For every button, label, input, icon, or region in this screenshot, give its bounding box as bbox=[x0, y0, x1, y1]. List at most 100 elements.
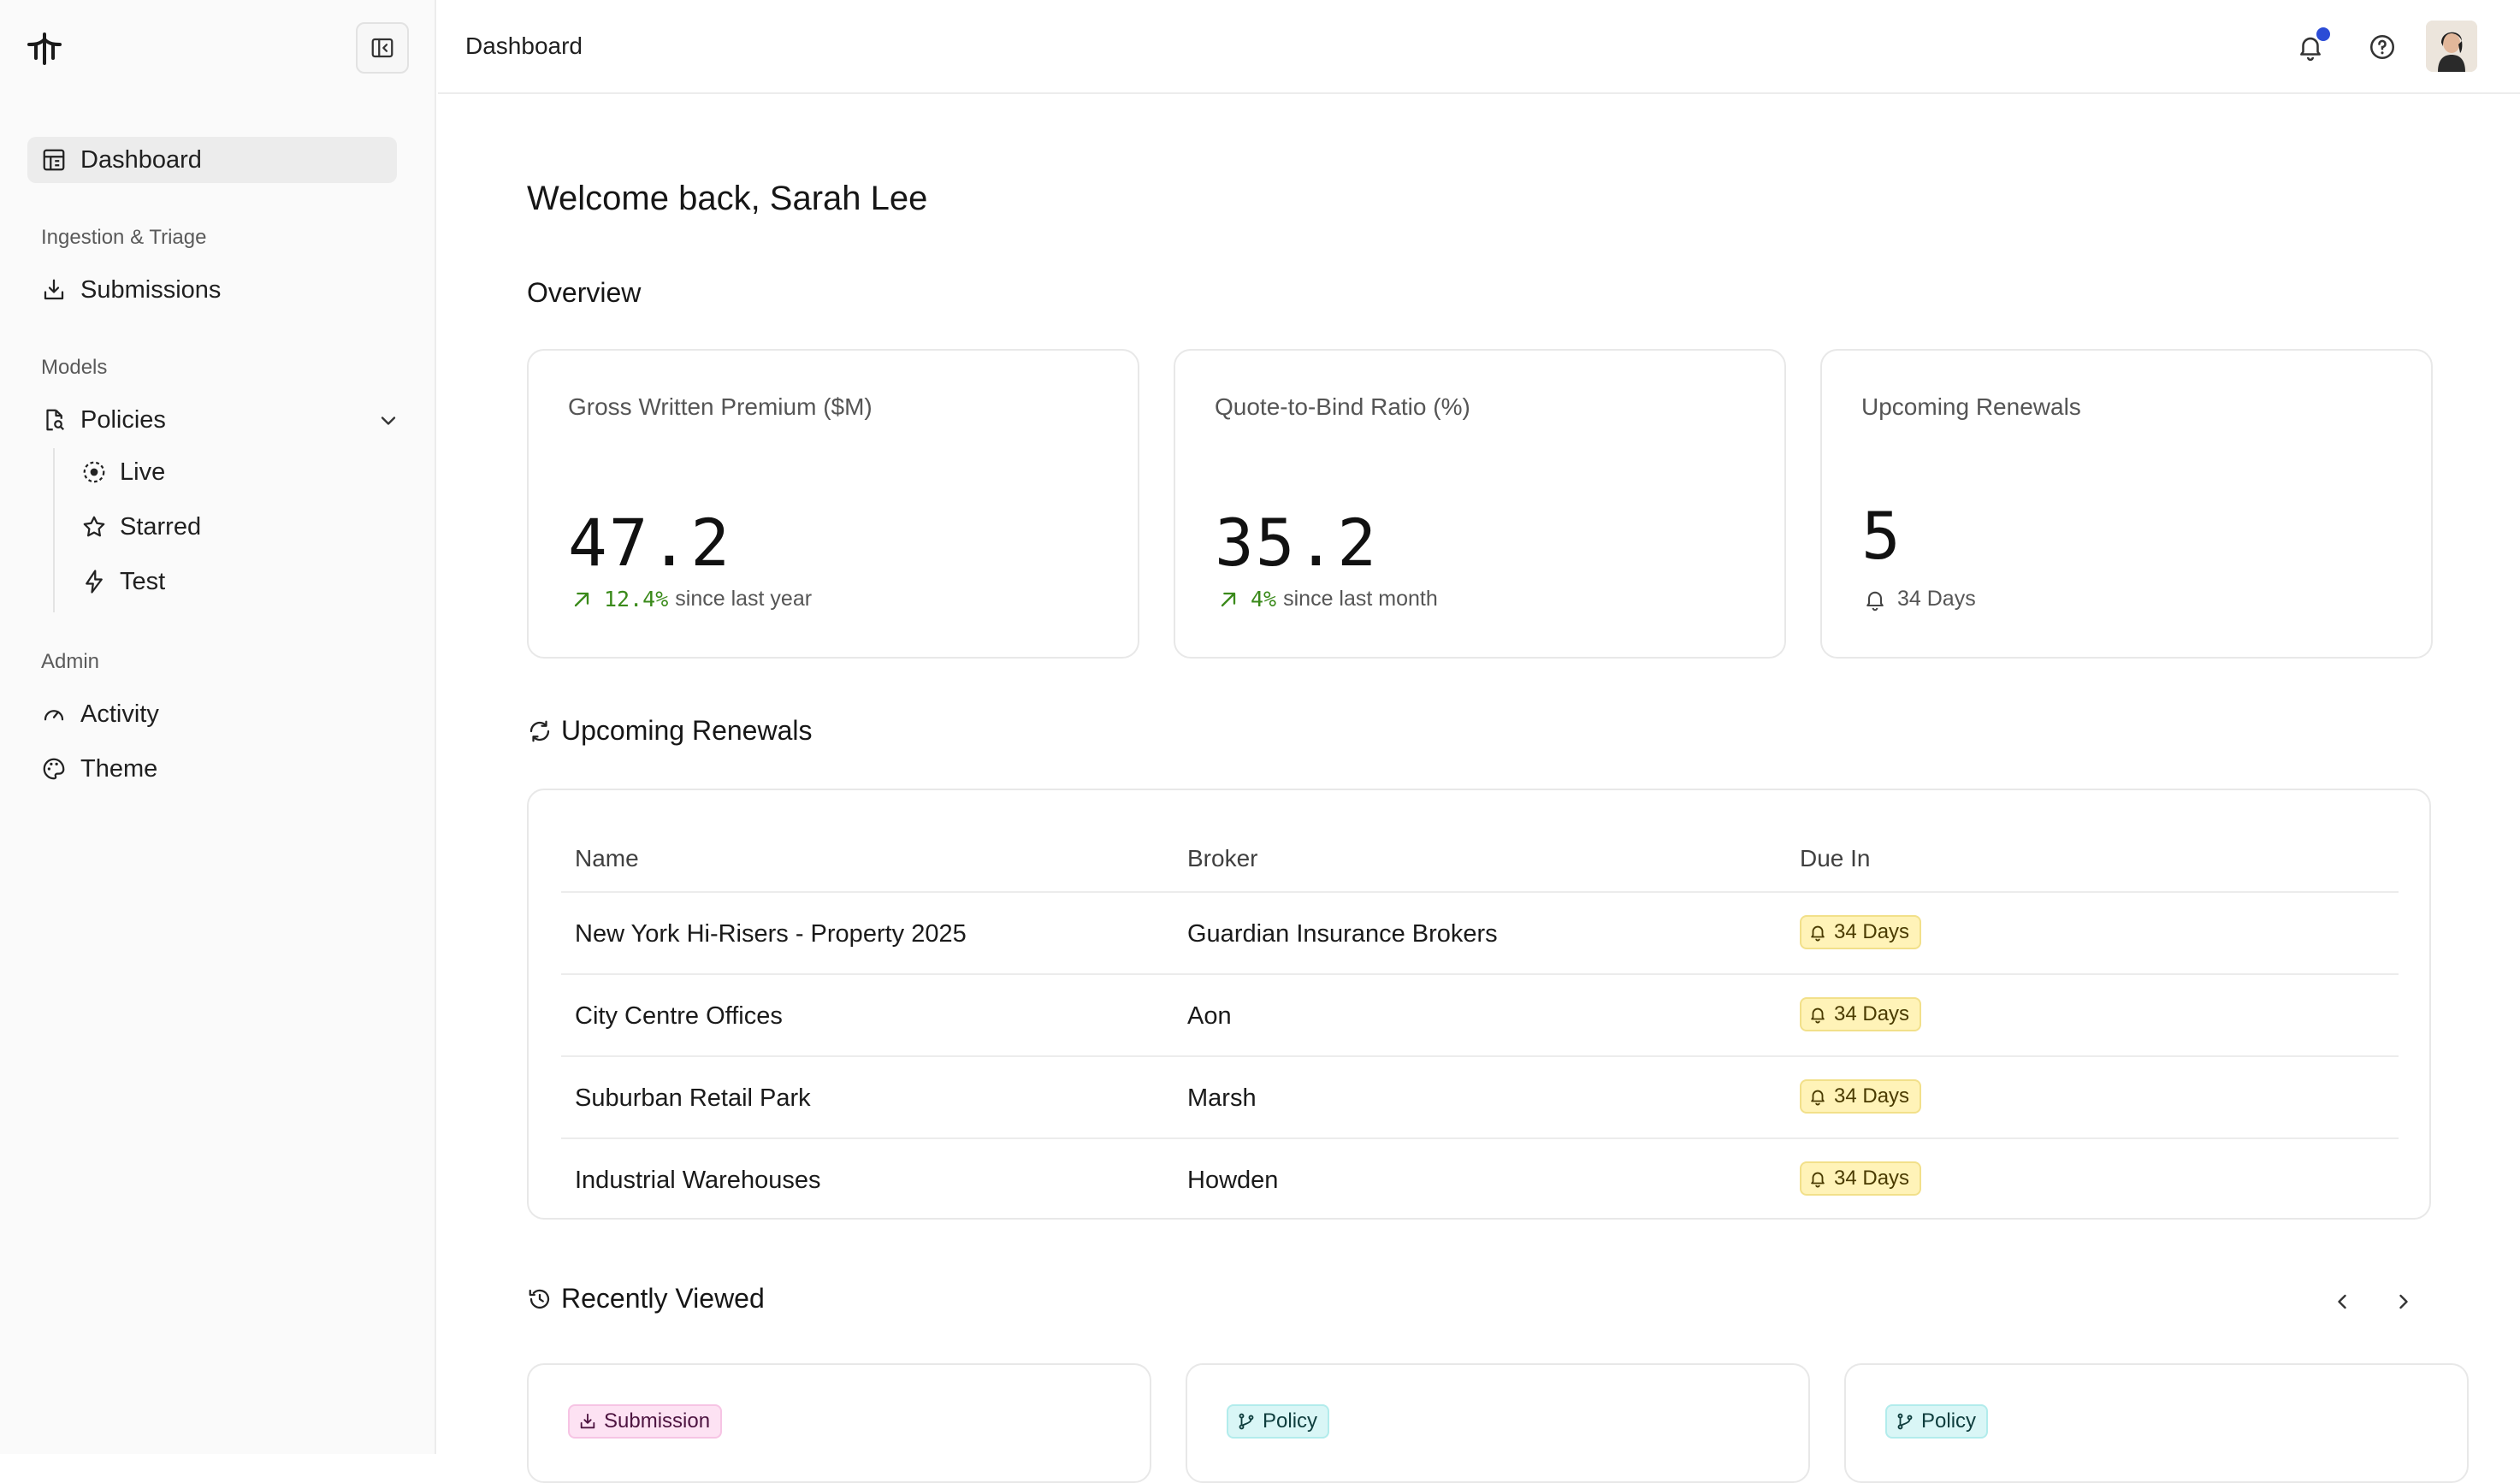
sidebar-subitem-starred[interactable]: Starred bbox=[80, 505, 201, 548]
help-button[interactable] bbox=[2364, 29, 2400, 65]
sidebar-item-theme[interactable]: Theme bbox=[27, 746, 157, 792]
stat-card-upcoming-renewals[interactable]: Upcoming Renewals 5 34 Days bbox=[1820, 349, 2433, 659]
app-logo-icon[interactable] bbox=[26, 29, 63, 67]
recent-card[interactable]: Policy bbox=[1186, 1363, 1810, 1483]
top-bar: Dashboard bbox=[438, 0, 2520, 94]
sidebar-item-dashboard[interactable]: Dashboard bbox=[27, 137, 397, 183]
row-divider bbox=[561, 891, 2399, 893]
overview-title: Overview bbox=[527, 277, 642, 308]
sidebar-subitem-test[interactable]: Test bbox=[80, 560, 165, 603]
breadcrumb[interactable]: Dashboard bbox=[465, 32, 583, 60]
renewal-broker: Aon bbox=[1187, 1002, 1232, 1030]
stat-delta: 12.4% since last year bbox=[570, 587, 812, 612]
avatar[interactable] bbox=[2426, 21, 2477, 72]
due-badge: 34 Days bbox=[1800, 915, 1922, 949]
due-badge-text: 34 Days bbox=[1834, 1167, 1910, 1190]
sidebar: Dashboard Ingestion & Triage Submissions… bbox=[0, 0, 436, 1454]
renewal-name[interactable]: City Centre Offices bbox=[575, 1002, 783, 1031]
policy-tag: Policy bbox=[1885, 1404, 1989, 1439]
stat-delta-value: 4% bbox=[1251, 587, 1277, 612]
due-badge: 34 Days bbox=[1800, 1079, 1922, 1114]
sidebar-subitem-label: Test bbox=[120, 567, 166, 595]
bell-icon bbox=[1866, 591, 1884, 611]
column-header-name[interactable]: Name bbox=[575, 845, 639, 872]
stat-card-gwp[interactable]: Gross Written Premium ($M) 47.2 12.4% si… bbox=[527, 349, 1139, 659]
sidebar-subitem-label: Live bbox=[120, 458, 166, 486]
stat-delta-text: since last month bbox=[1283, 587, 1438, 611]
bell-icon bbox=[1808, 1087, 1827, 1106]
live-dot-icon bbox=[80, 458, 108, 486]
recent-card[interactable]: Policy bbox=[1844, 1363, 2469, 1483]
welcome-heading: Welcome back, Sarah Lee bbox=[527, 180, 928, 217]
sidebar-item-activity[interactable]: Activity bbox=[27, 691, 159, 737]
due-badge-text: 34 Days bbox=[1834, 1002, 1910, 1025]
chevron-down-icon[interactable] bbox=[376, 409, 400, 433]
stat-value: 35.2 bbox=[1215, 505, 1379, 581]
stat-delta-value: 12.4% bbox=[604, 587, 669, 612]
star-icon bbox=[80, 513, 108, 541]
chevron-left-icon bbox=[2338, 1294, 2346, 1309]
palette-icon bbox=[39, 754, 68, 783]
due-badge-text: 34 Days bbox=[1834, 920, 1910, 943]
stat-note-text: 34 Days bbox=[1897, 587, 1976, 611]
history-icon bbox=[527, 1286, 553, 1312]
due-badge-text: 34 Days bbox=[1834, 1084, 1910, 1108]
stat-label: Quote-to-Bind Ratio (%) bbox=[1215, 393, 1470, 420]
help-circle-icon bbox=[2369, 34, 2395, 60]
sidebar-subitem-label: Starred bbox=[120, 512, 202, 541]
renewal-name[interactable]: Suburban Retail Park bbox=[575, 1084, 811, 1113]
stat-delta: 4% since last month bbox=[1216, 587, 1438, 612]
bell-icon bbox=[1808, 1169, 1827, 1188]
previous-button[interactable] bbox=[2323, 1283, 2361, 1321]
dashboard-icon bbox=[39, 145, 68, 174]
renewals-heading: Upcoming Renewals bbox=[527, 715, 812, 747]
chevron-right-icon bbox=[2399, 1294, 2408, 1309]
renewals-table: Name Broker Due In New York Hi-Risers - … bbox=[527, 789, 2431, 1220]
due-badge: 34 Days bbox=[1800, 1161, 1922, 1196]
git-branch-icon bbox=[1896, 1412, 1914, 1431]
row-divider bbox=[561, 1137, 2399, 1139]
notification-dot bbox=[2315, 26, 2332, 43]
sidebar-item-label: Dashboard bbox=[80, 145, 202, 174]
gauge-icon bbox=[39, 700, 68, 729]
panel-left-close-icon bbox=[371, 38, 393, 58]
inbox-download-icon bbox=[578, 1412, 597, 1431]
tag-label: Submission bbox=[604, 1409, 711, 1433]
sidebar-subitem-live[interactable]: Live bbox=[80, 451, 165, 493]
stat-label: Upcoming Renewals bbox=[1861, 393, 2081, 420]
renewal-broker: Guardian Insurance Brokers bbox=[1187, 920, 1498, 948]
sidebar-item-label: Submissions bbox=[80, 275, 222, 304]
renewal-name[interactable]: New York Hi-Risers - Property 2025 bbox=[575, 920, 967, 948]
renewal-broker: Howden bbox=[1187, 1167, 1279, 1194]
section-ingestion: Ingestion & Triage bbox=[41, 226, 207, 249]
notifications-button[interactable] bbox=[2292, 26, 2332, 65]
submission-tag: Submission bbox=[568, 1404, 723, 1439]
column-header-due-in[interactable]: Due In bbox=[1800, 845, 1871, 872]
git-branch-icon bbox=[1237, 1412, 1256, 1431]
stat-value: 47.2 bbox=[568, 505, 732, 581]
collapse-sidebar-button[interactable] bbox=[356, 22, 409, 74]
sidebar-item-submissions[interactable]: Submissions bbox=[27, 267, 221, 313]
arrow-up-right-icon bbox=[1221, 592, 1236, 606]
row-divider bbox=[561, 973, 2399, 975]
column-header-broker[interactable]: Broker bbox=[1187, 845, 1257, 872]
recent-title: Recently Viewed bbox=[561, 1283, 765, 1314]
stat-value: 5 bbox=[1861, 498, 1902, 574]
overview-heading: Overview bbox=[527, 277, 641, 309]
section-models: Models bbox=[41, 356, 108, 379]
sidebar-item-policies[interactable]: Policies bbox=[27, 397, 166, 443]
stat-label: Gross Written Premium ($M) bbox=[568, 393, 873, 420]
due-badge: 34 Days bbox=[1800, 997, 1922, 1031]
stat-delta-text: since last year bbox=[675, 587, 813, 611]
stat-card-quote-to-bind[interactable]: Quote-to-Bind Ratio (%) 35.2 4% since la… bbox=[1174, 349, 1786, 659]
tag-label: Policy bbox=[1921, 1409, 1977, 1433]
recent-heading: Recently Viewed bbox=[527, 1283, 765, 1315]
renewal-name[interactable]: Industrial Warehouses bbox=[575, 1167, 820, 1195]
bell-icon bbox=[1808, 1005, 1827, 1024]
next-button[interactable] bbox=[2385, 1283, 2422, 1321]
submenu-divider bbox=[53, 448, 55, 612]
file-search-icon bbox=[39, 405, 68, 434]
recent-card[interactable]: Submission bbox=[527, 1363, 1151, 1483]
tag-label: Policy bbox=[1263, 1409, 1318, 1433]
stat-note: 34 Days bbox=[1863, 587, 1976, 612]
